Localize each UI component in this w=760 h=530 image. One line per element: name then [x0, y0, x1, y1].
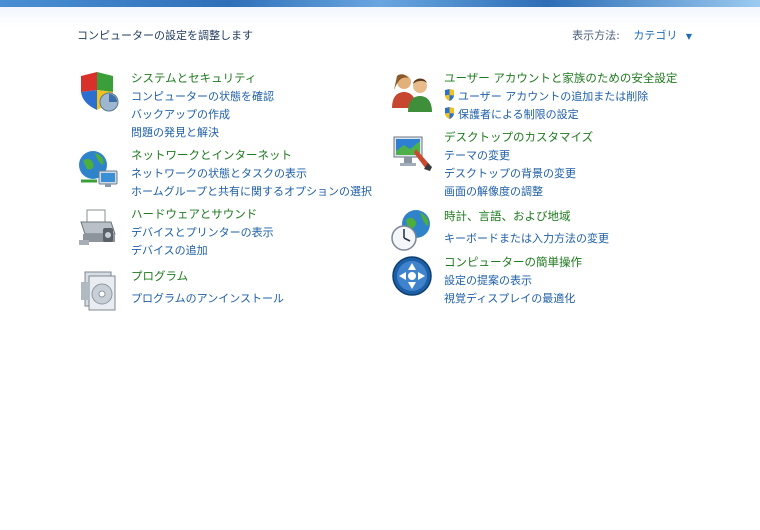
view-by-dropdown[interactable]: カテゴリ [633, 29, 677, 42]
category-appearance-personalization: デスクトップのカスタマイズ テーマの変更 デスクトップの背景の変更 画面の解像度… [390, 129, 690, 199]
category-title-hardware-sound[interactable]: ハードウェアとサウンド [131, 206, 257, 222]
link-create-backup[interactable]: バックアップの作成 [131, 106, 230, 122]
window-top-bar [0, 0, 760, 7]
ease-of-access-icon [392, 256, 432, 296]
programs-icon [81, 271, 116, 311]
link-add-remove-user-accounts-label: ユーザー アカウントの追加または削除 [458, 90, 649, 103]
view-by-label: 表示方法: [572, 29, 620, 42]
category-title-user-accounts[interactable]: ユーザー アカウントと家族のための安全設定 [444, 70, 677, 86]
link-optimize-visual-display[interactable]: 視覚ディスプレイの最適化 [444, 290, 575, 306]
link-change-desktop-background[interactable]: デスクトップの背景の変更 [444, 165, 576, 181]
category-title-ease-of-access[interactable]: コンピューターの簡単操作 [444, 254, 582, 270]
category-user-accounts: ユーザー アカウントと家族のための安全設定 ユーザー アカウントの追加または削除… [390, 70, 690, 122]
link-find-fix-problems[interactable]: 問題の発見と解決 [131, 124, 219, 140]
category-title-system-security[interactable]: システムとセキュリティ [131, 70, 256, 86]
category-hardware-sound: ハードウェアとサウンド デバイスとプリンターの表示 デバイスの追加 [77, 206, 377, 258]
chevron-down-icon[interactable]: ▼ [686, 32, 692, 41]
uac-shield-icon [445, 89, 454, 101]
view-by-control: 表示方法: カテゴリ ▼ [572, 27, 692, 43]
link-homegroup-sharing-options[interactable]: ホームグループと共有に関するオプションの選択 [131, 183, 372, 199]
uac-shield-icon [445, 107, 454, 119]
category-clock-language-region: 時計、言語、および地域 キーボードまたは入力方法の変更 [390, 208, 690, 252]
link-view-devices-printers[interactable]: デバイスとプリンターの表示 [131, 224, 274, 240]
link-add-remove-user-accounts[interactable]: ユーザー アカウントの追加または削除 [444, 88, 648, 104]
link-parental-controls-label: 保護者による制限の設定 [458, 108, 579, 121]
category-system-security: システムとセキュリティ コンピューターの状態を確認 バックアップの作成 問題の発… [77, 70, 377, 140]
printer-icon [79, 209, 116, 245]
category-title-clock-language-region[interactable]: 時計、言語、および地域 [444, 208, 571, 224]
category-programs: プログラム プログラムのアンインストール [77, 268, 377, 312]
link-view-network-status[interactable]: ネットワークの状態とタスクの表示 [131, 165, 307, 181]
category-network-internet: ネットワークとインターネット ネットワークの状態とタスクの表示 ホームグループと… [77, 147, 377, 199]
link-check-computer-status[interactable]: コンピューターの状態を確認 [131, 88, 274, 104]
category-title-appearance[interactable]: デスクトップのカスタマイズ [444, 129, 593, 145]
clock-globe-icon [391, 210, 430, 251]
page-title: コンピューターの設定を調整します [77, 29, 253, 42]
category-ease-of-access: コンピューターの簡単操作 設定の提案の表示 視覚ディスプレイの最適化 [390, 254, 690, 306]
category-title-network-internet[interactable]: ネットワークとインターネット [131, 147, 292, 163]
link-get-recommendations[interactable]: 設定の提案の表示 [444, 272, 532, 288]
network-globe-icon [79, 151, 118, 187]
link-adjust-screen-resolution[interactable]: 画面の解像度の調整 [444, 183, 543, 199]
category-title-programs[interactable]: プログラム [131, 268, 188, 284]
link-add-device[interactable]: デバイスの追加 [131, 242, 208, 258]
link-uninstall-program[interactable]: プログラムのアンインストール [131, 290, 284, 306]
link-parental-controls[interactable]: 保護者による制限の設定 [444, 106, 579, 122]
desktop-brush-icon [393, 136, 432, 171]
shield-icon [81, 72, 119, 112]
users-icon [392, 74, 432, 112]
link-change-theme[interactable]: テーマの変更 [444, 147, 510, 163]
link-change-keyboard-input[interactable]: キーボードまたは入力方法の変更 [444, 230, 609, 246]
header-background [0, 7, 760, 27]
